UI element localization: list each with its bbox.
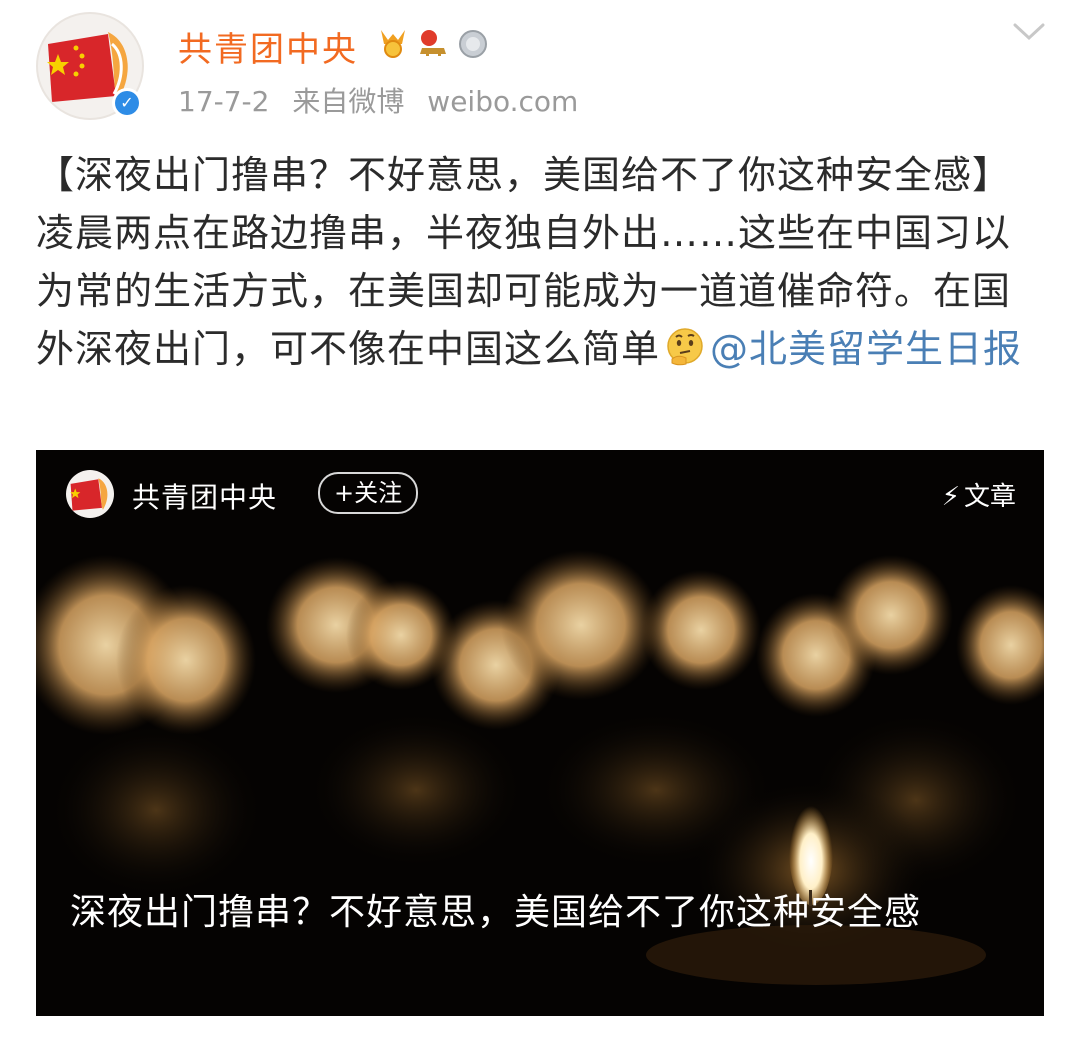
post-header: ✓ 共青团中央 17-7-2 来自微博 weibo.com — [0, 0, 1080, 130]
card-author-name[interactable]: 共青团中央 — [132, 476, 277, 516]
verified-badge: ✓ — [112, 88, 142, 118]
silver-medal-icon[interactable] — [456, 26, 490, 60]
lightning-icon: ⚡ — [941, 482, 960, 512]
thinking-face-emoji-icon — [667, 328, 703, 366]
mention-link[interactable]: @北美留学生日报 — [710, 327, 1022, 371]
article-tag-label: 文章 — [963, 482, 1016, 512]
post-source: 来自微博 — [292, 85, 405, 118]
post-date: 17-7-2 — [178, 85, 270, 118]
verified-check-icon: ✓ — [115, 91, 139, 115]
post-body: 【深夜出门撸串？不好意思，美国给不了你这种安全感】凌晨两点在路边撸串，半夜独自外… — [36, 146, 1046, 378]
ribbon-icon[interactable] — [416, 26, 450, 60]
author-name[interactable]: 共青团中央 — [178, 22, 358, 71]
post-source-site: weibo.com — [427, 85, 579, 118]
author-avatar[interactable]: ✓ — [36, 12, 144, 120]
article-tag[interactable]: ⚡ 文章 — [942, 476, 1016, 513]
post-meta: 17-7-2 来自微博 weibo.com — [178, 80, 592, 120]
badge-row — [376, 26, 490, 60]
gold-medal-icon[interactable] — [376, 26, 410, 60]
follow-button[interactable]: +关注 — [318, 472, 419, 514]
chevron-down-icon[interactable] — [1012, 22, 1046, 42]
card-caption: 深夜出门撸串？不好意思，美国给不了你这种安全感 — [70, 892, 922, 933]
card-header: 共青团中央 +关注 ⚡ 文章 — [36, 450, 1044, 540]
card-author-avatar[interactable] — [66, 470, 114, 518]
article-card[interactable]: 共青团中央 +关注 ⚡ 文章 深夜出门撸串？不好意思，美国给不了你这种安全感 — [36, 450, 1044, 1016]
